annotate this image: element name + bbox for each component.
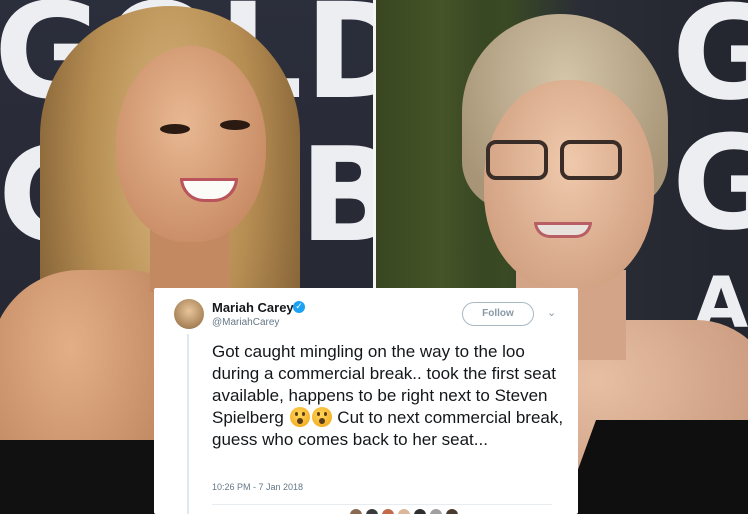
tweet-text: Got caught mingling on the way to the lo… (212, 341, 564, 451)
astonished-face-icon (311, 407, 332, 427)
liker-avatar[interactable] (414, 509, 426, 514)
eye (220, 120, 250, 130)
liker-avatar[interactable] (382, 509, 394, 514)
user-handle[interactable]: @MariahCarey (212, 317, 279, 328)
liker-avatar[interactable] (430, 509, 442, 514)
backdrop-letter: G (672, 107, 748, 259)
backdrop-letter: G (672, 0, 748, 129)
tweet-card: Mariah Carey ✓ @MariahCarey Follow ⌄ Got… (154, 288, 578, 514)
user-name[interactable]: Mariah Carey (212, 300, 294, 315)
follow-button[interactable]: Follow (462, 302, 534, 326)
astonished-face-icon (289, 407, 310, 427)
liker-avatar[interactable] (398, 509, 410, 514)
thread-line (187, 334, 189, 514)
person-face (484, 80, 654, 290)
person-dress (0, 440, 170, 514)
verified-badge-icon: ✓ (293, 301, 305, 313)
eye (160, 124, 190, 134)
tweet-timestamp[interactable]: 10:26 PM - 7 Jan 2018 (212, 482, 303, 492)
glasses-lens (486, 140, 548, 180)
smile (534, 222, 592, 238)
avatar[interactable] (174, 299, 204, 329)
liker-avatar[interactable] (446, 509, 458, 514)
glasses-lens (560, 140, 622, 180)
stats-divider (212, 504, 552, 505)
chevron-down-icon[interactable]: ⌄ (547, 307, 559, 319)
liker-avatar[interactable] (350, 509, 362, 514)
person-face (116, 46, 266, 242)
liker-avatar[interactable] (366, 509, 378, 514)
